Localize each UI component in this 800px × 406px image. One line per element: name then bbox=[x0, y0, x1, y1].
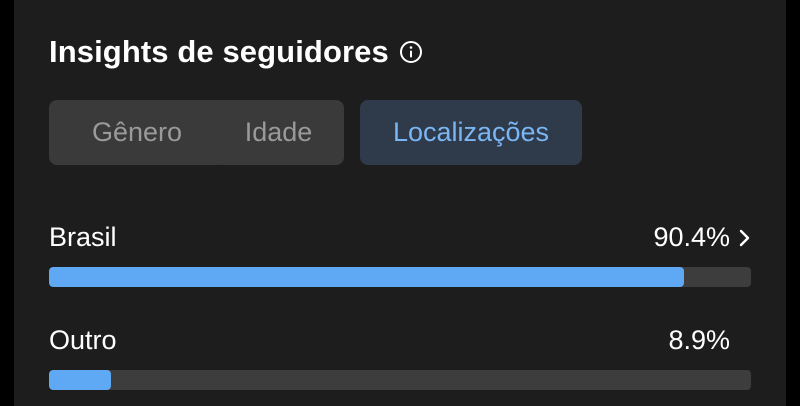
card-title: Insights de seguidores bbox=[49, 34, 389, 69]
info-icon[interactable] bbox=[399, 40, 423, 64]
tab-label: Localizações bbox=[392, 117, 550, 147]
tab-label: Gênero bbox=[91, 117, 183, 147]
screen-edge-right bbox=[786, 0, 800, 406]
location-bar-brasil bbox=[49, 267, 751, 287]
follower-insights-card: Insights de seguidores Gênero Idade Loca… bbox=[0, 0, 800, 406]
location-value-brasil: 90.4% bbox=[653, 222, 730, 252]
location-bar-outro bbox=[49, 370, 751, 390]
tab-label: Idade bbox=[244, 117, 313, 147]
chevron-right-icon[interactable] bbox=[738, 229, 752, 247]
screen-edge-left bbox=[0, 0, 14, 406]
tab-idade[interactable]: Idade bbox=[213, 100, 344, 165]
location-value-outro: 8.9% bbox=[668, 325, 730, 355]
title-row: Insights de seguidores bbox=[49, 30, 423, 74]
tab-localizacoes[interactable]: Localizações bbox=[360, 100, 582, 165]
location-label-outro: Outro bbox=[49, 325, 117, 355]
location-bar-fill-brasil bbox=[49, 267, 684, 287]
location-label-brasil: Brasil bbox=[49, 222, 117, 252]
location-bar-fill-outro bbox=[49, 370, 112, 390]
tab-genero[interactable]: Gênero bbox=[49, 100, 225, 165]
